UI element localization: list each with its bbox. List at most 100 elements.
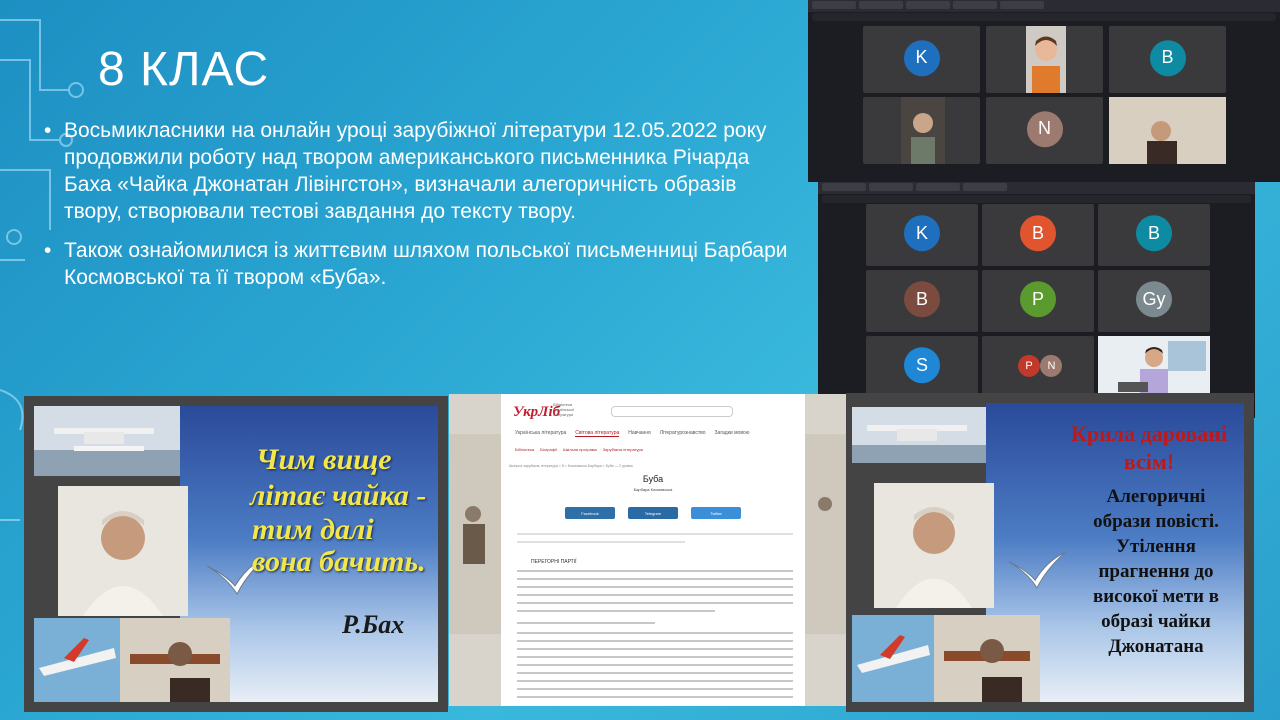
- share-telegram-button[interactable]: Telegram: [628, 507, 678, 519]
- browser-tab: [963, 183, 1007, 191]
- participant-tile: B: [982, 204, 1094, 266]
- airplane-photo: [852, 407, 986, 463]
- author-portrait: [874, 483, 994, 608]
- participant-tile: B: [1109, 26, 1226, 93]
- participant-tile: [986, 26, 1103, 93]
- participant-tile: [863, 97, 980, 164]
- panel-heading: Крила даровані: [1070, 421, 1228, 446]
- text-line: [517, 656, 793, 658]
- participant-tile: Gy: [1098, 270, 1210, 332]
- participant-tile: B: [1098, 204, 1210, 266]
- quote-line: тим далі: [252, 513, 374, 546]
- participant-avatar: P: [1020, 281, 1056, 318]
- text-line: [517, 602, 793, 604]
- sub-nav-item[interactable]: Шкільна програма: [563, 447, 597, 452]
- quote-line: Чим вище: [256, 443, 392, 476]
- nav-item[interactable]: Загадки мовою: [715, 430, 750, 437]
- nav-item-active[interactable]: Світова література: [575, 430, 620, 437]
- address-bar: [812, 13, 1276, 21]
- text-line: [517, 586, 793, 588]
- folk-illustration: [449, 434, 501, 634]
- bullet-dot: •: [44, 119, 52, 142]
- participant-avatar: K: [903, 39, 940, 76]
- participant-avatar: B: [1149, 39, 1186, 76]
- quote-panel: Чим вище літає чайка - тим далі вона бач…: [24, 396, 448, 712]
- article-title: Буба: [642, 474, 664, 484]
- browser-tab: [822, 183, 866, 191]
- site-nav: Українська література Світова література…: [515, 430, 749, 437]
- text-line: [517, 594, 793, 596]
- panel-text-line: прагнення до: [1098, 561, 1214, 582]
- participant-tile: P N: [982, 336, 1094, 398]
- panel-text-line: образи повісті.: [1093, 511, 1219, 532]
- sub-nav-item[interactable]: Біографії: [540, 447, 557, 452]
- allegory-panel: Крила даровані всім! Алегоричні образи п…: [846, 393, 1254, 712]
- text-line: [517, 696, 793, 698]
- panel-text-line: високої мети в: [1092, 586, 1220, 607]
- nav-item[interactable]: Літературознавство: [660, 430, 706, 437]
- plane-photo-1: [852, 615, 934, 702]
- bullet-text: Восьмикласники на онлайн уроці зарубіжно…: [64, 119, 767, 223]
- participant-avatar: B: [1020, 215, 1056, 252]
- participant-video: [1098, 336, 1210, 398]
- search-input[interactable]: [611, 406, 733, 417]
- browser-tab: [869, 183, 913, 191]
- author-portrait: [58, 486, 188, 616]
- text-line: [517, 688, 793, 690]
- text-line: [517, 664, 793, 666]
- text-line: [517, 680, 793, 682]
- text-line: [517, 672, 793, 674]
- slide-title: 8 КЛАС: [98, 43, 270, 96]
- participant-avatar: K: [904, 215, 940, 252]
- web-page: УкрЛіб Бібліотека Української Літератури…: [501, 394, 805, 706]
- participant-tile: K: [863, 26, 980, 93]
- zoom-screenshot-bottom: K B B B P Gy S P N: [818, 182, 1255, 418]
- folk-illustration: [805, 434, 846, 634]
- text-line: [517, 578, 793, 580]
- sub-nav-item[interactable]: Бібліотека: [515, 447, 534, 452]
- nav-item[interactable]: Навчання: [628, 430, 650, 437]
- text-line: [517, 570, 793, 572]
- participant-video: [1026, 26, 1066, 93]
- text-line: [517, 632, 793, 634]
- participant-avatar: S: [904, 347, 940, 384]
- participant-tile: S: [866, 336, 978, 398]
- breadcrumb[interactable]: Шкільна зарубіжна література > 8 > Космо…: [509, 464, 633, 468]
- participant-avatar: P: [1018, 354, 1041, 377]
- sub-nav-item[interactable]: Зарубіжна література: [603, 447, 643, 452]
- browser-tab: [953, 1, 997, 9]
- browser-tabs: [818, 182, 1255, 194]
- participant-avatar: N: [1040, 354, 1063, 377]
- text-line: [517, 533, 793, 535]
- participant-avatar: N: [1026, 110, 1063, 147]
- browser-tab: [859, 1, 903, 9]
- bullet-list: • Восьмикласники на онлайн уроці зарубіж…: [44, 117, 794, 303]
- bullet-text: Також ознайомилися із життєвим шляхом по…: [64, 239, 788, 289]
- website-screenshot: УкрЛіб Бібліотека Української Літератури…: [449, 394, 846, 706]
- bullet-item: • Восьмикласники на онлайн уроці зарубіж…: [44, 117, 794, 225]
- plane-photo-2: [934, 615, 1040, 702]
- address-bar: [822, 195, 1251, 203]
- quote-line: вона бачить.: [252, 545, 426, 578]
- seagull-icon: [1008, 551, 1066, 589]
- bullet-item: • Також ознайомилися із життєвим шляхом …: [44, 237, 794, 291]
- panel-text-line: образі чайки: [1101, 611, 1211, 632]
- participant-tile: K: [866, 204, 978, 266]
- text-line: [517, 640, 793, 642]
- participant-video: [1109, 97, 1226, 164]
- panel-text-line: Утілення: [1116, 536, 1196, 557]
- share-twitter-button[interactable]: Twitter: [691, 507, 741, 519]
- browser-tab: [916, 183, 960, 191]
- text-line: [517, 648, 793, 650]
- nav-item[interactable]: Українська література: [515, 430, 566, 437]
- browser-tab: [906, 1, 950, 9]
- plane-photo-1: [34, 618, 120, 702]
- browser-tab: [812, 1, 856, 9]
- participant-tile: P: [982, 270, 1094, 332]
- share-facebook-button[interactable]: Facebook: [565, 507, 615, 519]
- browser-tab: [1000, 1, 1044, 9]
- browser-tabs: [808, 0, 1280, 12]
- plane-photo-2: [120, 618, 230, 702]
- panel-text-line: Джонатана: [1108, 636, 1204, 657]
- bullet-dot: •: [44, 239, 52, 262]
